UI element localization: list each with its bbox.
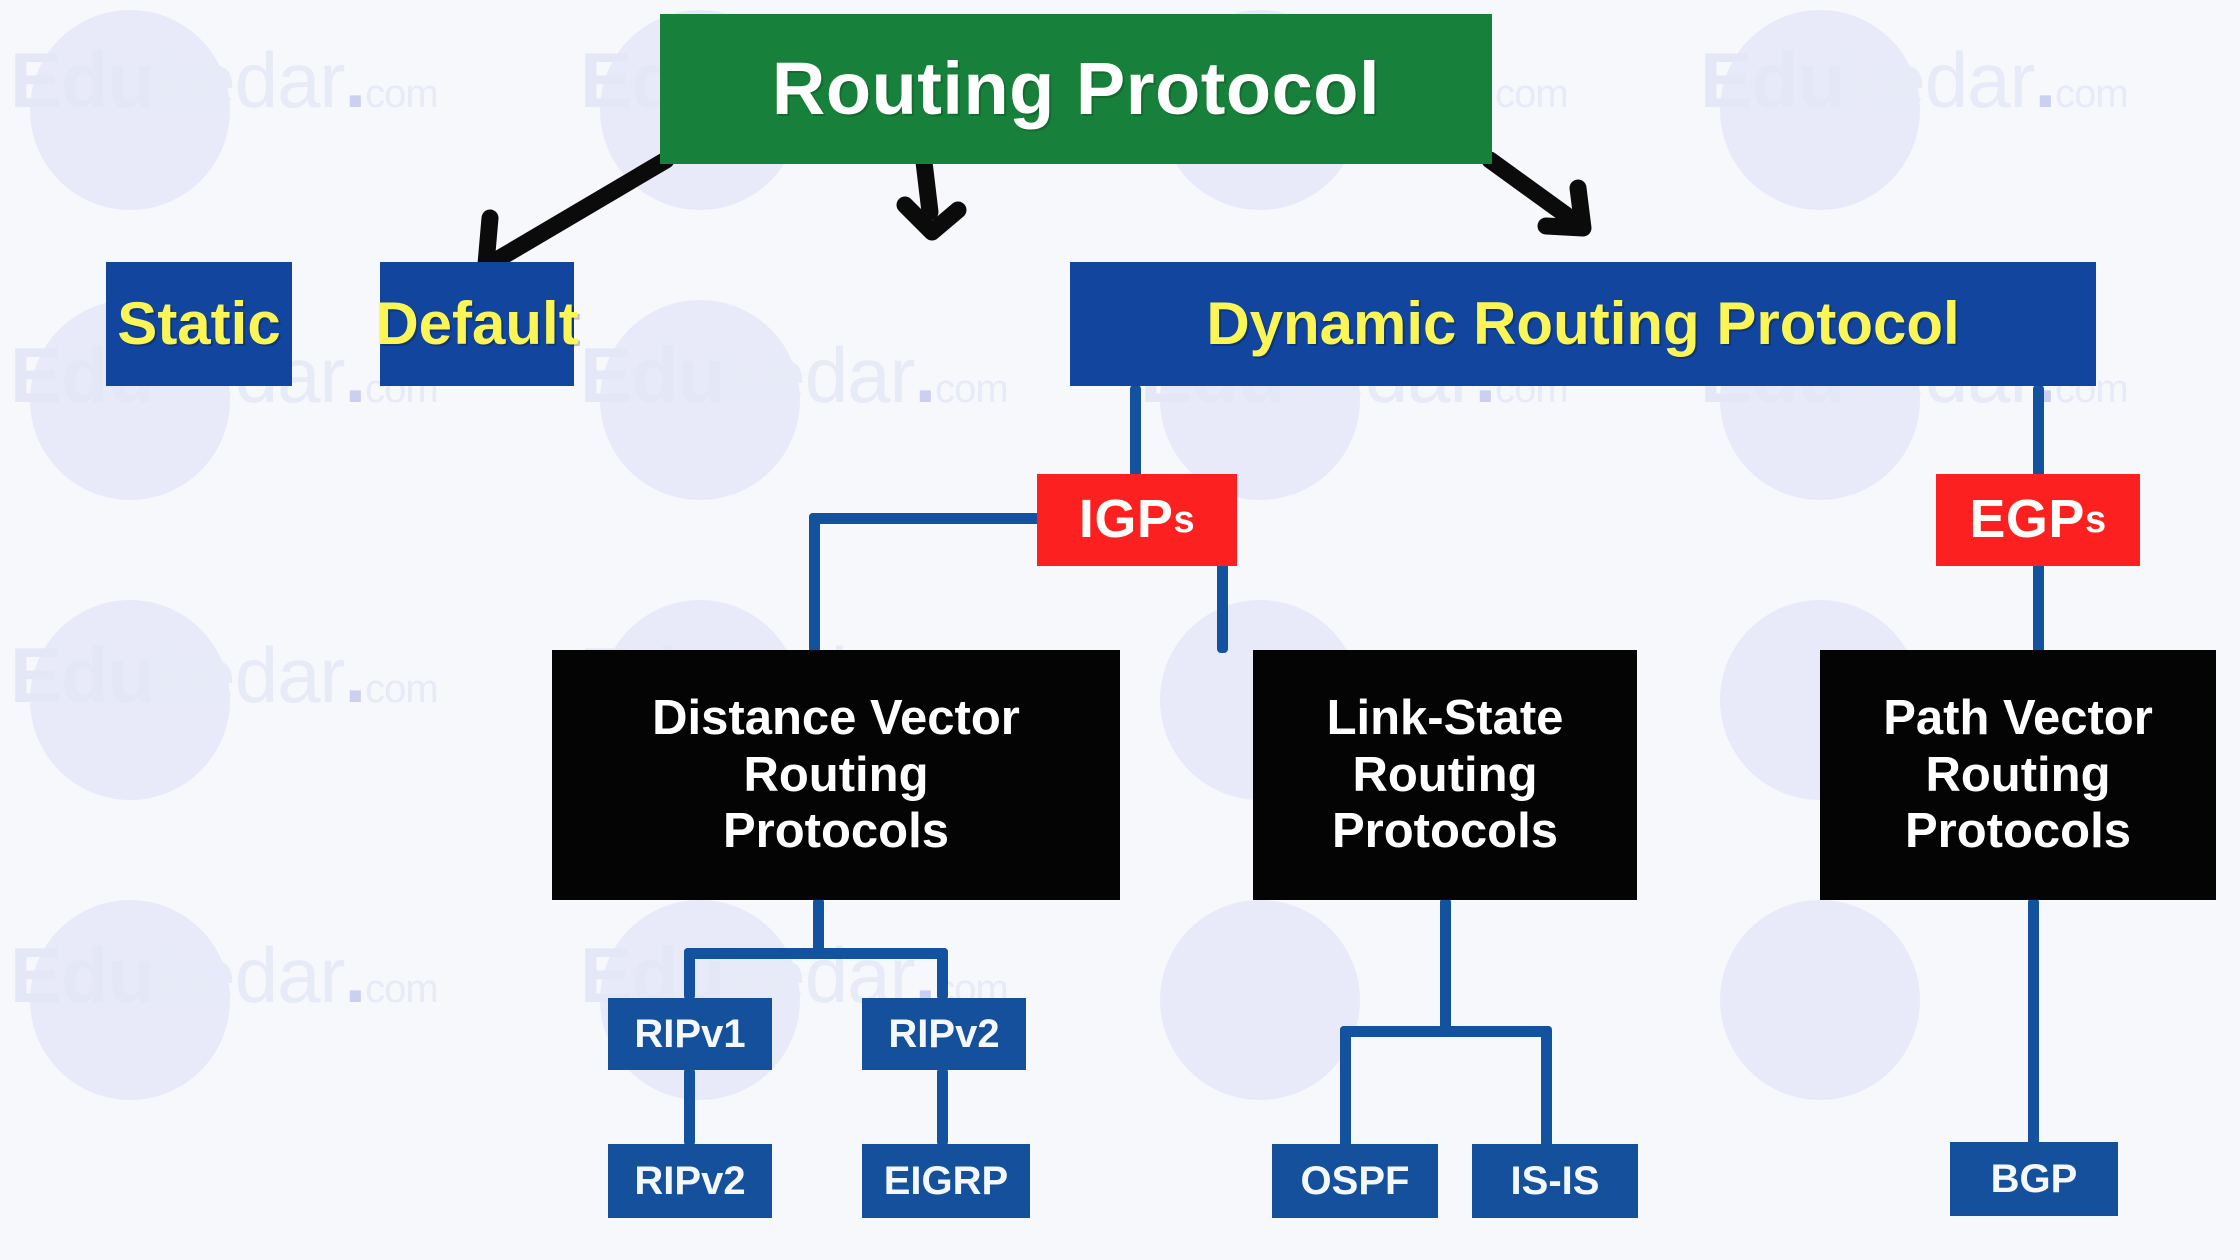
node-link-state-line3: Protocols <box>1332 804 1558 859</box>
node-distance-vector-line1: Distance Vector <box>652 690 1020 745</box>
connector-to-ospf <box>1340 1026 1351 1148</box>
node-dynamic-routing-protocol[interactable]: Dynamic Routing Protocol <box>1070 262 2096 386</box>
node-igps-suffix: s <box>1173 498 1196 541</box>
arrow-root-to-dynamic <box>1481 151 1592 237</box>
connector-distance-vector-stem <box>813 898 824 956</box>
connector-igps-to-distance-vector <box>809 513 820 653</box>
watermark-text: Edukedar.com <box>10 931 439 1019</box>
watermark-text: Edukedar.com <box>580 331 1009 419</box>
node-path-vector-routing-protocols[interactable]: Path Vector Routing Protocols <box>1820 650 2216 900</box>
node-link-state-routing-protocols[interactable]: Link-State Routing Protocols <box>1253 650 1637 900</box>
watermark-text: Edukedar.com <box>10 631 439 719</box>
watermark-text: Edukedar.com <box>1700 36 2129 124</box>
connector-to-ripv2-upper <box>937 948 948 1000</box>
node-egps-label: EGP <box>1969 489 2085 550</box>
connector-link-state-bus <box>1340 1026 1552 1037</box>
node-isis[interactable]: IS-IS <box>1472 1144 1638 1218</box>
connector-to-ripv1 <box>684 948 695 1000</box>
node-igps-label: IGP <box>1078 489 1174 550</box>
connector-to-isis <box>1541 1026 1552 1148</box>
watermark-blob <box>600 300 800 500</box>
watermark-text: Edukedar.com <box>10 36 439 124</box>
connector-ripv2-to-eigrp <box>937 1068 948 1146</box>
node-bgp[interactable]: BGP <box>1950 1142 2118 1216</box>
connector-layer <box>0 0 2240 1260</box>
diagram-canvas: Edukedar.com Edukedar.com Edukedar.com E… <box>0 0 2240 1260</box>
connector-dynamic-to-egps <box>2033 385 2044 485</box>
node-distance-vector-line3: Protocols <box>723 804 949 859</box>
connector-path-vector-to-bgp <box>2028 898 2039 1146</box>
node-egps[interactable]: EGP s <box>1936 474 2140 566</box>
watermark-blob <box>30 900 230 1100</box>
node-ospf[interactable]: OSPF <box>1272 1144 1438 1218</box>
node-ripv2-upper[interactable]: RIPv2 <box>862 998 1026 1070</box>
arrow-root-to-default <box>896 153 967 241</box>
connector-egps-to-path-vector <box>2033 560 2044 655</box>
node-egps-suffix: s <box>2084 498 2107 541</box>
arrow-layer <box>0 0 2240 1260</box>
watermark-blob <box>30 600 230 800</box>
node-igps[interactable]: IGP s <box>1037 474 1237 566</box>
node-default[interactable]: Default <box>375 262 579 386</box>
node-distance-vector-routing-protocols[interactable]: Distance Vector Routing Protocols <box>552 650 1120 900</box>
watermark-blob <box>1720 10 1920 210</box>
watermark-blob <box>1160 900 1360 1100</box>
node-path-vector-line1: Path Vector <box>1883 690 2153 745</box>
connector-ripv1-to-ripv2-lower <box>684 1068 695 1146</box>
connector-link-state-stem <box>1440 898 1451 1030</box>
watermark-blob <box>30 10 230 210</box>
node-path-vector-line2: Routing <box>1925 747 2111 802</box>
watermark-blob <box>1720 900 1920 1100</box>
node-routing-protocol[interactable]: Routing Protocol <box>660 14 1492 164</box>
connector-distance-vector-bus <box>684 948 948 959</box>
watermark-layer: Edukedar.com Edukedar.com Edukedar.com E… <box>0 0 2240 1260</box>
node-path-vector-line3: Protocols <box>1905 804 2131 859</box>
node-static[interactable]: Static <box>106 262 292 386</box>
node-link-state-line1: Link-State <box>1326 690 1564 745</box>
node-ripv1[interactable]: RIPv1 <box>608 998 772 1070</box>
node-eigrp[interactable]: EIGRP <box>862 1144 1030 1218</box>
connector-dynamic-to-igps <box>1130 385 1141 485</box>
node-distance-vector-line2: Routing <box>743 747 929 802</box>
node-link-state-line2: Routing <box>1352 747 1538 802</box>
node-ripv2-lower[interactable]: RIPv2 <box>608 1144 772 1218</box>
